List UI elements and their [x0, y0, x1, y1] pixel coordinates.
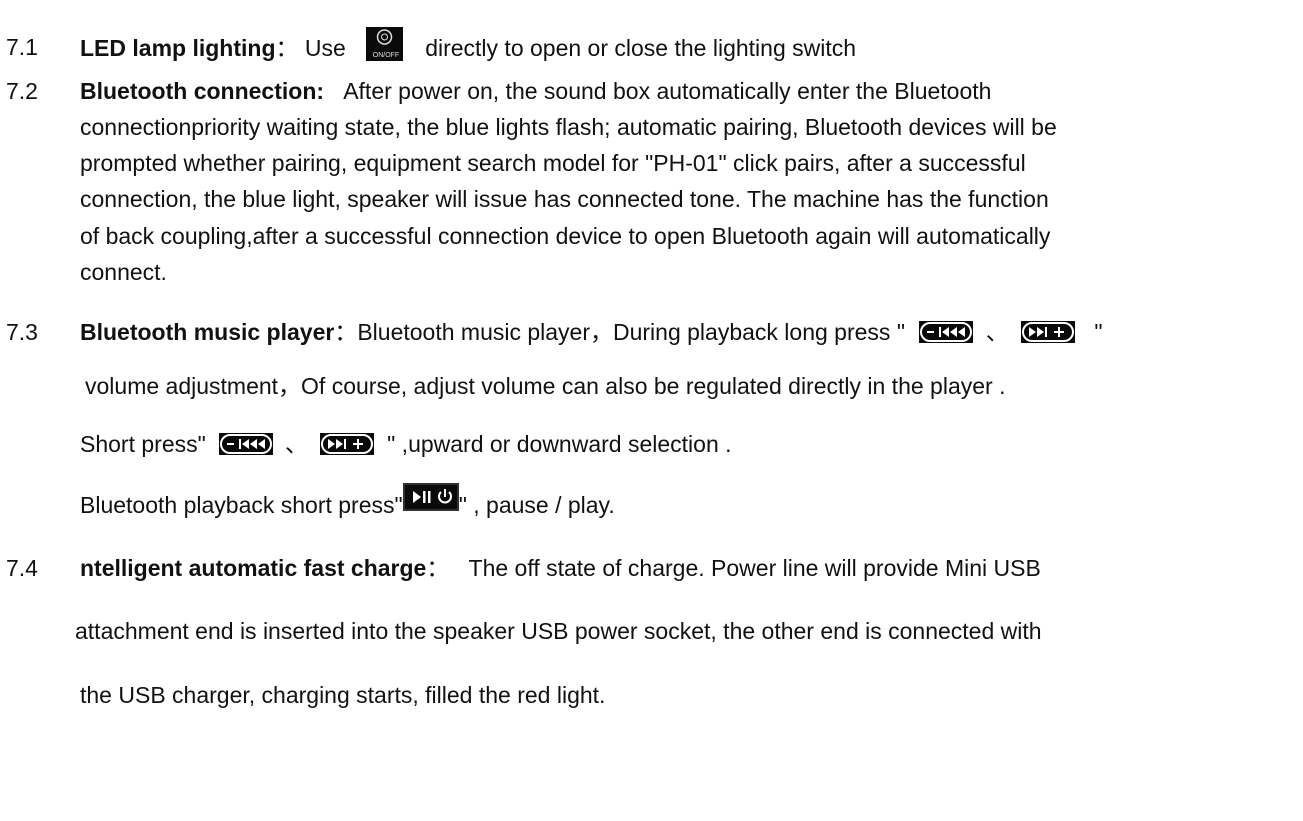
paragraph-line: prompted whether pairing, equipment sear… [80, 150, 1026, 176]
section-number: 7.3 [6, 319, 38, 345]
section-number: 7.1 [6, 34, 38, 60]
section-text: Use [304, 35, 346, 62]
section-title: Bluetooth connection: [80, 78, 325, 104]
paragraph-line: connectionpriority waiting state, the bl… [80, 114, 1057, 140]
paragraph-line: connection, the blue light, speaker will… [80, 186, 1049, 212]
next-plus-button-icon [320, 432, 375, 455]
paragraph-line: The off state of charge. Power line will… [468, 555, 1041, 581]
section-title: ntelligent automatic fast charge [80, 555, 427, 581]
section-title: LED lamp lighting [80, 35, 276, 62]
paragraph-line: volume adjustment，Of course, adjust volu… [85, 373, 1006, 399]
section-number: 7.4 [6, 555, 38, 581]
section-text: directly to open or close the lighting s… [425, 35, 857, 62]
paragraph-line: Bluetooth playback short press" " , paus… [80, 482, 615, 521]
paragraph-line: the USB charger, charging starts, filled… [80, 682, 606, 708]
paragraph-line: attachment end is inserted into the spea… [75, 618, 1042, 644]
play-pause-power-button-icon [402, 482, 459, 511]
paragraph-line: of back coupling,after a successful conn… [80, 223, 1051, 249]
section-title: Bluetooth music player [80, 319, 335, 345]
section-text: Bluetooth music player，During playback l… [357, 319, 905, 345]
minus-previous-button-icon [919, 320, 974, 343]
minus-previous-button-icon [218, 432, 273, 455]
paragraph-line: Short press" 、 " ,upward or downward sel… [80, 431, 732, 457]
on-off-lamp-button-icon: ON/OFF [366, 27, 404, 61]
paragraph-line: After power on, the sound box automatica… [343, 78, 992, 104]
paragraph-line: connect. [80, 259, 167, 285]
next-plus-button-icon [1021, 320, 1076, 343]
section-number: 7.2 [6, 78, 38, 104]
svg-text:ON/OFF: ON/OFF [373, 52, 399, 59]
